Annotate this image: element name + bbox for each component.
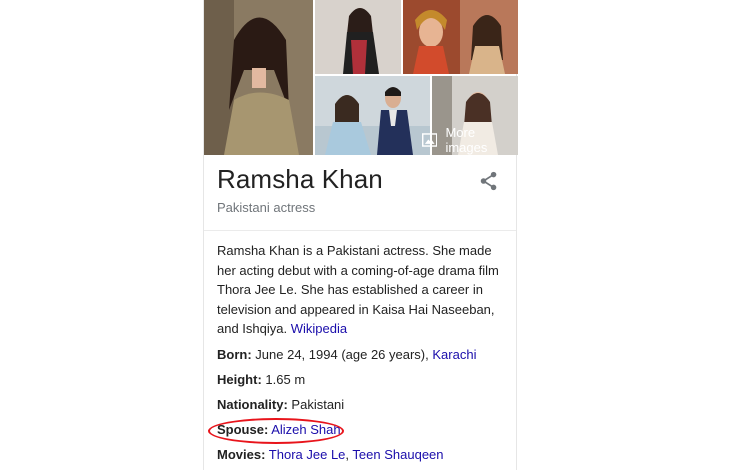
- share-icon[interactable]: [478, 170, 500, 192]
- photo-4[interactable]: [315, 76, 430, 155]
- divider: [204, 230, 516, 231]
- fact-value: 1.65 m: [265, 372, 306, 387]
- fact-label: Nationality:: [217, 397, 288, 412]
- description-text: Ramsha Khan is a Pakistani actress. She …: [217, 243, 499, 336]
- more-images-button[interactable]: More images: [422, 125, 518, 155]
- fact-label: Born:: [217, 347, 252, 362]
- fact-born: Born: June 24, 1994 (age 26 years), Kara…: [217, 347, 476, 362]
- fact-value: Pakistani: [291, 397, 345, 412]
- spouse-link[interactable]: Alizeh Shah: [271, 422, 340, 437]
- more-images-label: More images: [445, 125, 488, 155]
- photo-2[interactable]: [315, 0, 401, 74]
- fact-spouse: Spouse: Alizeh Shah: [217, 422, 341, 437]
- movie-link[interactable]: Thora Jee Le: [269, 447, 346, 462]
- fact-movies: Movies: Thora Jee Le, Teen Shauqeen: [217, 447, 444, 462]
- fact-label: Spouse:: [217, 422, 269, 437]
- entity-subtitle: Pakistani actress: [217, 200, 316, 215]
- fact-label: Movies:: [217, 447, 266, 462]
- image-icon: [422, 133, 438, 147]
- description: Ramsha Khan is a Pakistani actress. She …: [217, 241, 509, 339]
- birthplace-link[interactable]: Karachi: [432, 347, 476, 362]
- image-collage: More images: [204, 0, 518, 155]
- wikipedia-link[interactable]: Wikipedia: [291, 321, 347, 336]
- fact-height: Height: 1.65 m: [217, 372, 305, 387]
- fact-value: June 24, 1994 (age 26 years),: [255, 347, 429, 362]
- entity-title: Ramsha Khan: [217, 164, 383, 194]
- fact-nationality: Nationality: Pakistani: [217, 397, 344, 412]
- movie-link[interactable]: Teen Shauqeen: [352, 447, 443, 462]
- separator: ,: [345, 447, 350, 462]
- fact-label: Height:: [217, 372, 262, 387]
- main-photo[interactable]: [204, 0, 313, 155]
- photo-3[interactable]: [403, 0, 518, 74]
- knowledge-panel: More images Ramsha Khan Pakistani actres…: [203, 0, 518, 470]
